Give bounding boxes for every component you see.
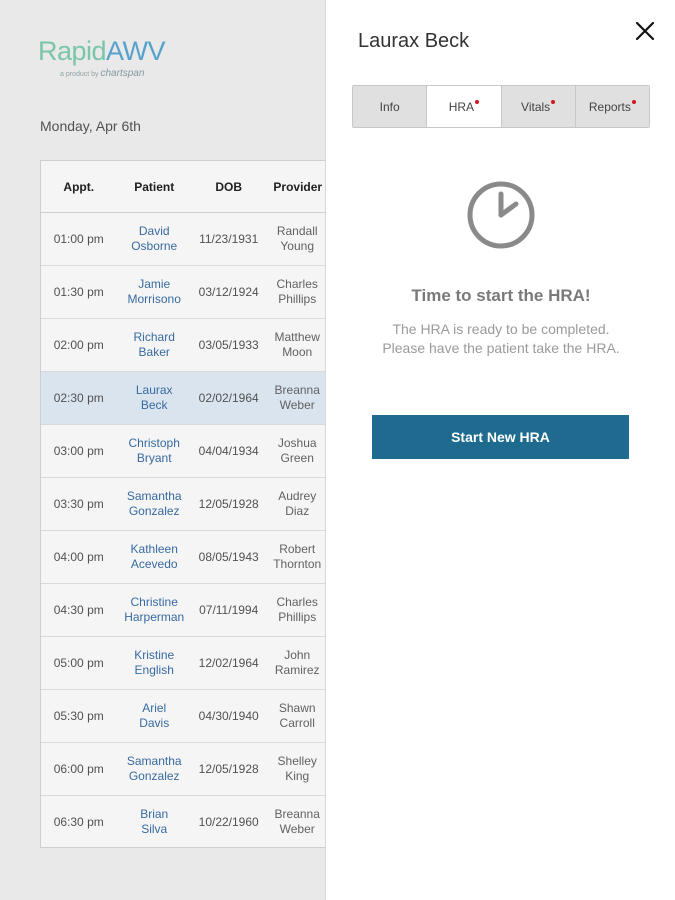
patient-detail-panel: Laurax Beck Info HRA Vitals Reports Time…	[325, 0, 675, 900]
tab-vitals-label: Vitals	[521, 99, 551, 114]
patient-name-title: Laurax Beck	[358, 30, 470, 52]
tab-hra-label: HRA	[448, 99, 475, 114]
start-new-hra-button[interactable]: Start New HRA	[372, 415, 629, 459]
hra-heading: Time to start the HRA!	[411, 286, 591, 305]
tab-hra[interactable]: HRA	[427, 86, 502, 127]
tab-vitals[interactable]: Vitals	[501, 86, 576, 127]
tab-reports-label: Reports	[588, 99, 631, 114]
tab-reports[interactable]: Reports	[575, 86, 649, 127]
vitals-alert-dot	[551, 99, 556, 104]
panel-tabs: Info HRA Vitals Reports	[352, 85, 650, 128]
tab-info-label: Info	[379, 99, 400, 114]
reports-alert-dot	[631, 99, 636, 104]
hra-alert-dot	[475, 99, 480, 104]
clock-icon	[466, 180, 536, 250]
hra-description: The HRA is ready to be completed. Please…	[382, 321, 620, 356]
tab-info[interactable]: Info	[353, 86, 428, 127]
close-icon[interactable]	[632, 18, 658, 44]
